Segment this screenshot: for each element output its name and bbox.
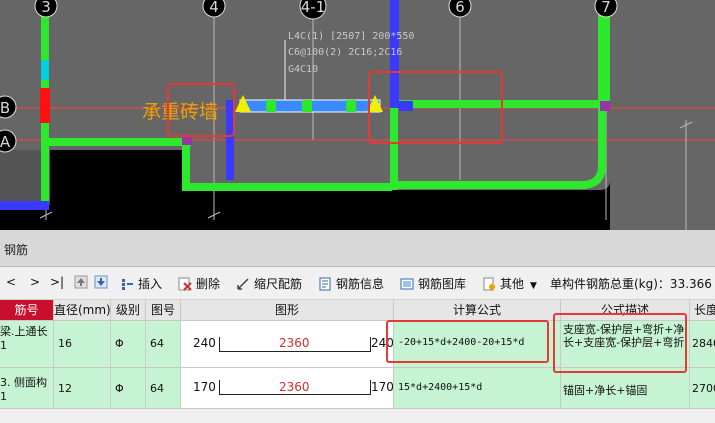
other-icon bbox=[483, 277, 495, 291]
beam-node-b bbox=[302, 100, 312, 112]
header-length[interactable]: 长度 bbox=[690, 300, 715, 321]
delete-icon bbox=[178, 277, 192, 291]
move-down-button[interactable] bbox=[94, 275, 112, 289]
column-3-upper bbox=[41, 60, 49, 80]
table-row-1-length[interactable]: 2840 bbox=[690, 321, 715, 368]
wall-4-lower bbox=[182, 138, 190, 190]
rebar-toolbar: < > >| 插入 删除 缩尺配筋 钢筋信息 钢筋图库 其他 ▼ 单构件钢筋总重(… bbox=[0, 267, 715, 300]
svg-text:6: 6 bbox=[455, 0, 465, 16]
svg-text:A: A bbox=[0, 133, 11, 151]
scale-icon bbox=[237, 278, 249, 290]
header-description[interactable]: 公式描述 bbox=[561, 300, 690, 321]
rebar-library-button[interactable]: 钢筋图库 bbox=[400, 275, 466, 292]
axis-bubble-3[interactable]: 3 bbox=[34, 0, 58, 18]
beam-annotation-line-1: L4C(1) [2507] 200*550 bbox=[288, 31, 414, 42]
arrow-down-icon bbox=[94, 275, 108, 289]
header-bar-number[interactable]: 筋号 bbox=[0, 300, 54, 321]
header-shape[interactable]: 图形 bbox=[181, 300, 394, 321]
scale-rebar-button[interactable]: 缩尺配筋 bbox=[236, 275, 302, 292]
table-row-2-shape[interactable]: 170 2360 170 bbox=[181, 368, 394, 409]
document-info-icon bbox=[319, 277, 331, 291]
total-weight-label: 单构件钢筋总重(kg)：33.366 bbox=[550, 277, 712, 291]
beam-annotation-line-3: G4C10 bbox=[288, 64, 318, 75]
panel-title-bar: 钢筋 bbox=[0, 230, 715, 267]
header-grade[interactable]: 级别 bbox=[111, 300, 146, 321]
table-row-1-formula[interactable]: -20+15*d+2400-20+15*d bbox=[394, 321, 561, 368]
insert-icon bbox=[122, 279, 133, 290]
svg-text:4: 4 bbox=[209, 0, 219, 16]
nav-last-button[interactable]: >| bbox=[50, 275, 64, 289]
move-up-button[interactable] bbox=[74, 275, 92, 289]
beam-annotation-line-2: C6@100(2) 2C16;2C16 bbox=[288, 47, 402, 58]
table-row-1-figure-no[interactable]: 64 bbox=[146, 321, 181, 368]
beam-node-a bbox=[266, 100, 276, 112]
axis-bubble-7[interactable]: 7 bbox=[594, 0, 618, 18]
rebar-info-button[interactable]: 钢筋信息 bbox=[318, 275, 384, 292]
table-row-1-diameter[interactable]: 16 bbox=[54, 321, 111, 368]
header-diameter[interactable]: 直径(mm) bbox=[54, 300, 111, 321]
arrow-up-icon bbox=[74, 275, 88, 289]
nav-first-button[interactable]: < bbox=[6, 275, 16, 289]
nav-next-button[interactable]: > bbox=[30, 275, 40, 289]
beam-node-c bbox=[346, 100, 356, 112]
wall-bottom-mid bbox=[182, 183, 392, 191]
svg-text:3: 3 bbox=[41, 0, 51, 16]
column-3-red bbox=[40, 88, 50, 123]
rebar-panel: 钢筋 < > >| 插入 删除 缩尺配筋 钢筋信息 钢筋图库 其他 ▼ 单构件钢筋… bbox=[0, 230, 715, 423]
table-row-2-figure-no[interactable]: 64 bbox=[146, 368, 181, 409]
wall-axis-A bbox=[41, 138, 191, 146]
table-row-2-name[interactable]: 3. 侧面构 1 bbox=[0, 368, 54, 409]
header-formula[interactable]: 计算公式 bbox=[394, 300, 561, 321]
joint-marker-b bbox=[600, 101, 610, 111]
header-figure-no[interactable]: 图号 bbox=[146, 300, 181, 321]
svg-text:B: B bbox=[0, 99, 10, 117]
rebar-table: 筋号 直径(mm) 级别 图号 图形 计算公式 公式描述 长度 梁.上通长 1 … bbox=[0, 300, 715, 423]
table-row-2-description[interactable]: 锚固+净长+锚固 bbox=[561, 368, 690, 409]
panel-title: 钢筋 bbox=[4, 243, 29, 257]
wall-bottom-left bbox=[0, 201, 49, 210]
library-icon bbox=[400, 278, 414, 290]
dropdown-arrow-icon: ▼ bbox=[530, 281, 537, 291]
wall-4-blue bbox=[226, 100, 234, 180]
table-row-1-name[interactable]: 梁.上通长 1 bbox=[0, 321, 54, 368]
table-row-2-grade[interactable]: Φ bbox=[111, 368, 146, 409]
cad-drawing-area[interactable]: 3 4 4-1 6 7 B A L4C(1) [2507] 200*550 C6… bbox=[0, 0, 715, 230]
svg-text:4-1: 4-1 bbox=[301, 0, 326, 16]
axis-bubble-4[interactable]: 4 bbox=[202, 0, 226, 18]
axis-bubble-6[interactable]: 6 bbox=[448, 0, 472, 18]
table-row-1-grade[interactable]: Φ bbox=[111, 321, 146, 368]
wall-label: 承重砖墙 bbox=[142, 101, 218, 123]
table-row-2-length[interactable]: 2700 bbox=[690, 368, 715, 409]
table-row-2-diameter[interactable]: 12 bbox=[54, 368, 111, 409]
column-6-joint bbox=[399, 101, 413, 111]
insert-button[interactable]: 插入 bbox=[120, 275, 162, 292]
svg-text:7: 7 bbox=[601, 0, 611, 16]
table-row-1-shape[interactable]: 240 2360 240 bbox=[181, 321, 394, 368]
cad-canvas[interactable]: 3 4 4-1 6 7 B A L4C(1) [2507] 200*550 C6… bbox=[0, 0, 715, 230]
delete-button[interactable]: 删除 bbox=[178, 275, 220, 292]
table-row-1-description[interactable]: 支座宽-保护层+弯折+净长+支座宽-保护层+弯折 bbox=[561, 321, 690, 368]
other-menu-button[interactable]: 其他 ▼ bbox=[482, 275, 537, 292]
wall-6-lower bbox=[390, 108, 398, 190]
table-row-2-formula[interactable]: 15*d+2400+15*d bbox=[394, 368, 561, 409]
